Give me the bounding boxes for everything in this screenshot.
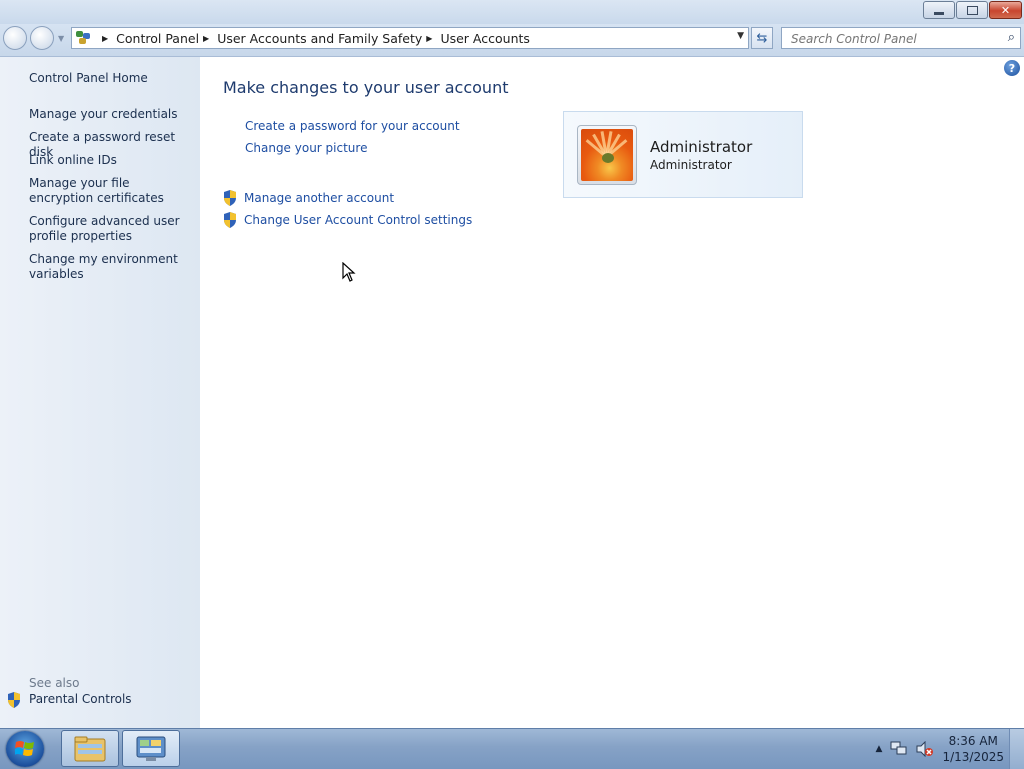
search-box[interactable]: ⌕ bbox=[781, 27, 1021, 49]
manage-another-account-link[interactable]: Manage another account bbox=[223, 190, 394, 206]
show-desktop-button[interactable] bbox=[1009, 729, 1024, 769]
account-picture[interactable] bbox=[577, 125, 637, 185]
page-title: Make changes to your user account bbox=[223, 78, 509, 97]
breadcrumb-control-panel[interactable]: Control Panel bbox=[116, 31, 199, 46]
search-input[interactable] bbox=[789, 31, 993, 47]
close-button[interactable]: ✕ bbox=[989, 1, 1022, 19]
folder-icon bbox=[74, 736, 106, 762]
account-type: Administrator bbox=[650, 158, 732, 172]
navigation-bar: ▼ ▶ Control Panel ▶ User Accounts and Fa… bbox=[0, 24, 1024, 57]
start-button[interactable] bbox=[6, 731, 44, 767]
uac-shield-icon bbox=[223, 190, 237, 206]
taskbar: ▲ 8:36 AM 1/13/2025 bbox=[0, 728, 1024, 769]
change-uac-settings-link[interactable]: Change User Account Control settings bbox=[223, 212, 472, 228]
change-uac-settings-label: Change User Account Control settings bbox=[244, 213, 473, 227]
uac-shield-icon bbox=[223, 212, 237, 228]
main-content: ? Make changes to your user account Crea… bbox=[200, 57, 1024, 728]
volume-muted-icon[interactable] bbox=[916, 741, 934, 757]
account-name: Administrator bbox=[650, 138, 753, 156]
address-bar[interactable]: ▶ Control Panel ▶ User Accounts and Fami… bbox=[71, 27, 749, 49]
system-tray: ▲ 8:36 AM 1/13/2025 bbox=[876, 733, 1004, 765]
sidebar-item-advanced-profile[interactable]: Configure advanced user profile properti… bbox=[29, 214, 194, 244]
minimize-button[interactable] bbox=[923, 1, 955, 19]
sidebar-item-file-encryption[interactable]: Manage your file encryption certificates bbox=[29, 176, 194, 206]
refresh-icon: ⇆ bbox=[756, 30, 768, 46]
left-task-pane: Control Panel Home Manage your credentia… bbox=[0, 57, 200, 728]
clock-time: 8:36 AM bbox=[948, 734, 998, 748]
control-panel-icon bbox=[136, 736, 166, 761]
breadcrumb-separator[interactable]: ▶ bbox=[102, 34, 108, 43]
control-panel-home-link[interactable]: Control Panel Home bbox=[29, 71, 194, 86]
see-also-heading: See also bbox=[29, 676, 80, 690]
windows-start-icon bbox=[15, 741, 34, 756]
maximize-button[interactable] bbox=[956, 1, 988, 19]
window-titlebar: ✕ bbox=[0, 0, 1024, 24]
parental-controls-link[interactable]: Parental Controls bbox=[29, 692, 194, 707]
minimize-icon bbox=[934, 11, 944, 15]
breadcrumb-separator[interactable]: ▶ bbox=[426, 34, 432, 43]
network-icon[interactable] bbox=[890, 741, 908, 757]
uac-shield-icon bbox=[7, 692, 21, 708]
manage-another-account-label: Manage another account bbox=[244, 191, 395, 205]
clock[interactable]: 8:36 AM 1/13/2025 bbox=[942, 733, 1004, 765]
refresh-button[interactable]: ⇆ bbox=[751, 27, 773, 49]
address-dropdown-icon[interactable]: ▼ bbox=[737, 31, 744, 41]
restore-icon bbox=[966, 5, 978, 15]
clock-date: 1/13/2025 bbox=[942, 750, 1004, 764]
taskbar-control-panel[interactable] bbox=[122, 730, 180, 767]
sidebar-item-link-online-ids[interactable]: Link online IDs bbox=[29, 153, 194, 168]
create-password-link[interactable]: Create a password for your account bbox=[245, 119, 460, 133]
breadcrumb-user-accounts[interactable]: User Accounts bbox=[440, 31, 529, 46]
close-icon: ✕ bbox=[1000, 3, 1011, 17]
flower-picture-icon bbox=[581, 129, 633, 181]
back-button[interactable] bbox=[3, 26, 27, 50]
recent-pages-dropdown[interactable]: ▼ bbox=[58, 34, 64, 43]
forward-button[interactable] bbox=[30, 26, 54, 50]
taskbar-windows-explorer[interactable] bbox=[61, 730, 119, 767]
caption-buttons: ✕ bbox=[922, 1, 1022, 19]
breadcrumb-separator[interactable]: ▶ bbox=[203, 34, 209, 43]
sidebar-item-environment-variables[interactable]: Change my environment variables bbox=[29, 252, 194, 282]
search-icon[interactable]: ⌕ bbox=[1008, 30, 1015, 45]
change-picture-link[interactable]: Change your picture bbox=[245, 141, 367, 155]
sidebar-item-manage-credentials[interactable]: Manage your credentials bbox=[29, 107, 194, 122]
breadcrumb-user-accounts-family-safety[interactable]: User Accounts and Family Safety bbox=[217, 31, 422, 46]
account-card: Administrator Administrator bbox=[563, 111, 803, 198]
mouse-cursor-icon bbox=[342, 261, 356, 286]
show-hidden-icons-icon[interactable]: ▲ bbox=[876, 744, 883, 754]
help-icon[interactable]: ? bbox=[1004, 60, 1020, 76]
control-panel-icon bbox=[76, 31, 94, 45]
